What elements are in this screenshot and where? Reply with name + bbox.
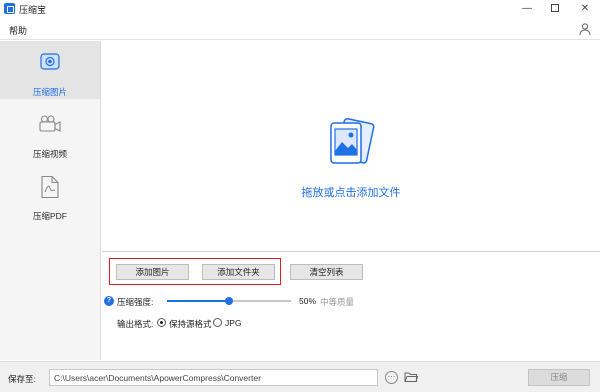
bottom-bar: 保存至: ··· 压缩: [0, 361, 600, 392]
slider-thumb[interactable]: [225, 297, 233, 305]
image-files-icon: [330, 117, 375, 164]
title-bar: 压缩宝 — ✕: [0, 0, 600, 18]
drop-zone[interactable]: 拖放或点击添加文件: [102, 41, 600, 252]
quality-text: 中等质量: [320, 297, 355, 307]
clear-list-button[interactable]: 清空列表: [290, 264, 363, 280]
sidebar-item-compress-video[interactable]: 压缩视频: [0, 103, 100, 161]
slider-fill: [167, 300, 229, 302]
output-format-label: 输出格式:: [117, 319, 154, 329]
folder-icon[interactable]: [404, 371, 418, 383]
drop-zone-text[interactable]: 拖放或点击添加文件: [102, 184, 600, 200]
save-path-input[interactable]: [49, 369, 378, 386]
sidebar-item-label: 压缩PDF: [32, 211, 67, 221]
menu-help[interactable]: 帮助: [9, 24, 27, 37]
compression-slider[interactable]: [167, 297, 291, 305]
keep-format-label[interactable]: 保持源格式: [169, 318, 212, 330]
app-logo-icon: [4, 3, 15, 14]
sidebar-item-compress-pdf[interactable]: 压缩PDF: [0, 165, 100, 223]
save-to-label: 保存至:: [8, 374, 36, 384]
more-options-icon[interactable]: ···: [385, 371, 398, 384]
user-icon[interactable]: [578, 22, 592, 36]
sidebar-item-compress-image[interactable]: 压缩图片: [0, 41, 100, 99]
video-icon: [39, 115, 61, 132]
compression-value: 50%: [299, 296, 317, 306]
jpg-label[interactable]: JPG: [225, 318, 242, 328]
sidebar-item-label: 压缩图片: [32, 87, 67, 97]
compression-strength-label: 压缩强度:: [117, 297, 154, 307]
help-icon[interactable]: ?: [104, 296, 114, 306]
pdf-icon: [41, 175, 59, 199]
add-folder-button[interactable]: 添加文件夹: [202, 264, 275, 280]
add-image-button[interactable]: 添加图片: [116, 264, 189, 280]
compress-button[interactable]: 压缩: [528, 369, 590, 386]
sidebar-item-label: 压缩视频: [32, 149, 67, 159]
jpg-radio[interactable]: [213, 318, 222, 327]
minimize-button[interactable]: —: [514, 0, 540, 18]
sidebar: 压缩图片 压缩视频 压缩PDF: [0, 41, 101, 360]
window-title: 压缩宝: [19, 5, 47, 15]
close-button[interactable]: ✕: [572, 0, 598, 18]
maximize-button[interactable]: [542, 0, 568, 18]
image-compress-icon: [40, 53, 60, 70]
menu-bar: 帮助: [0, 18, 600, 40]
keep-format-radio[interactable]: [157, 318, 166, 327]
maximize-icon: [551, 4, 559, 13]
